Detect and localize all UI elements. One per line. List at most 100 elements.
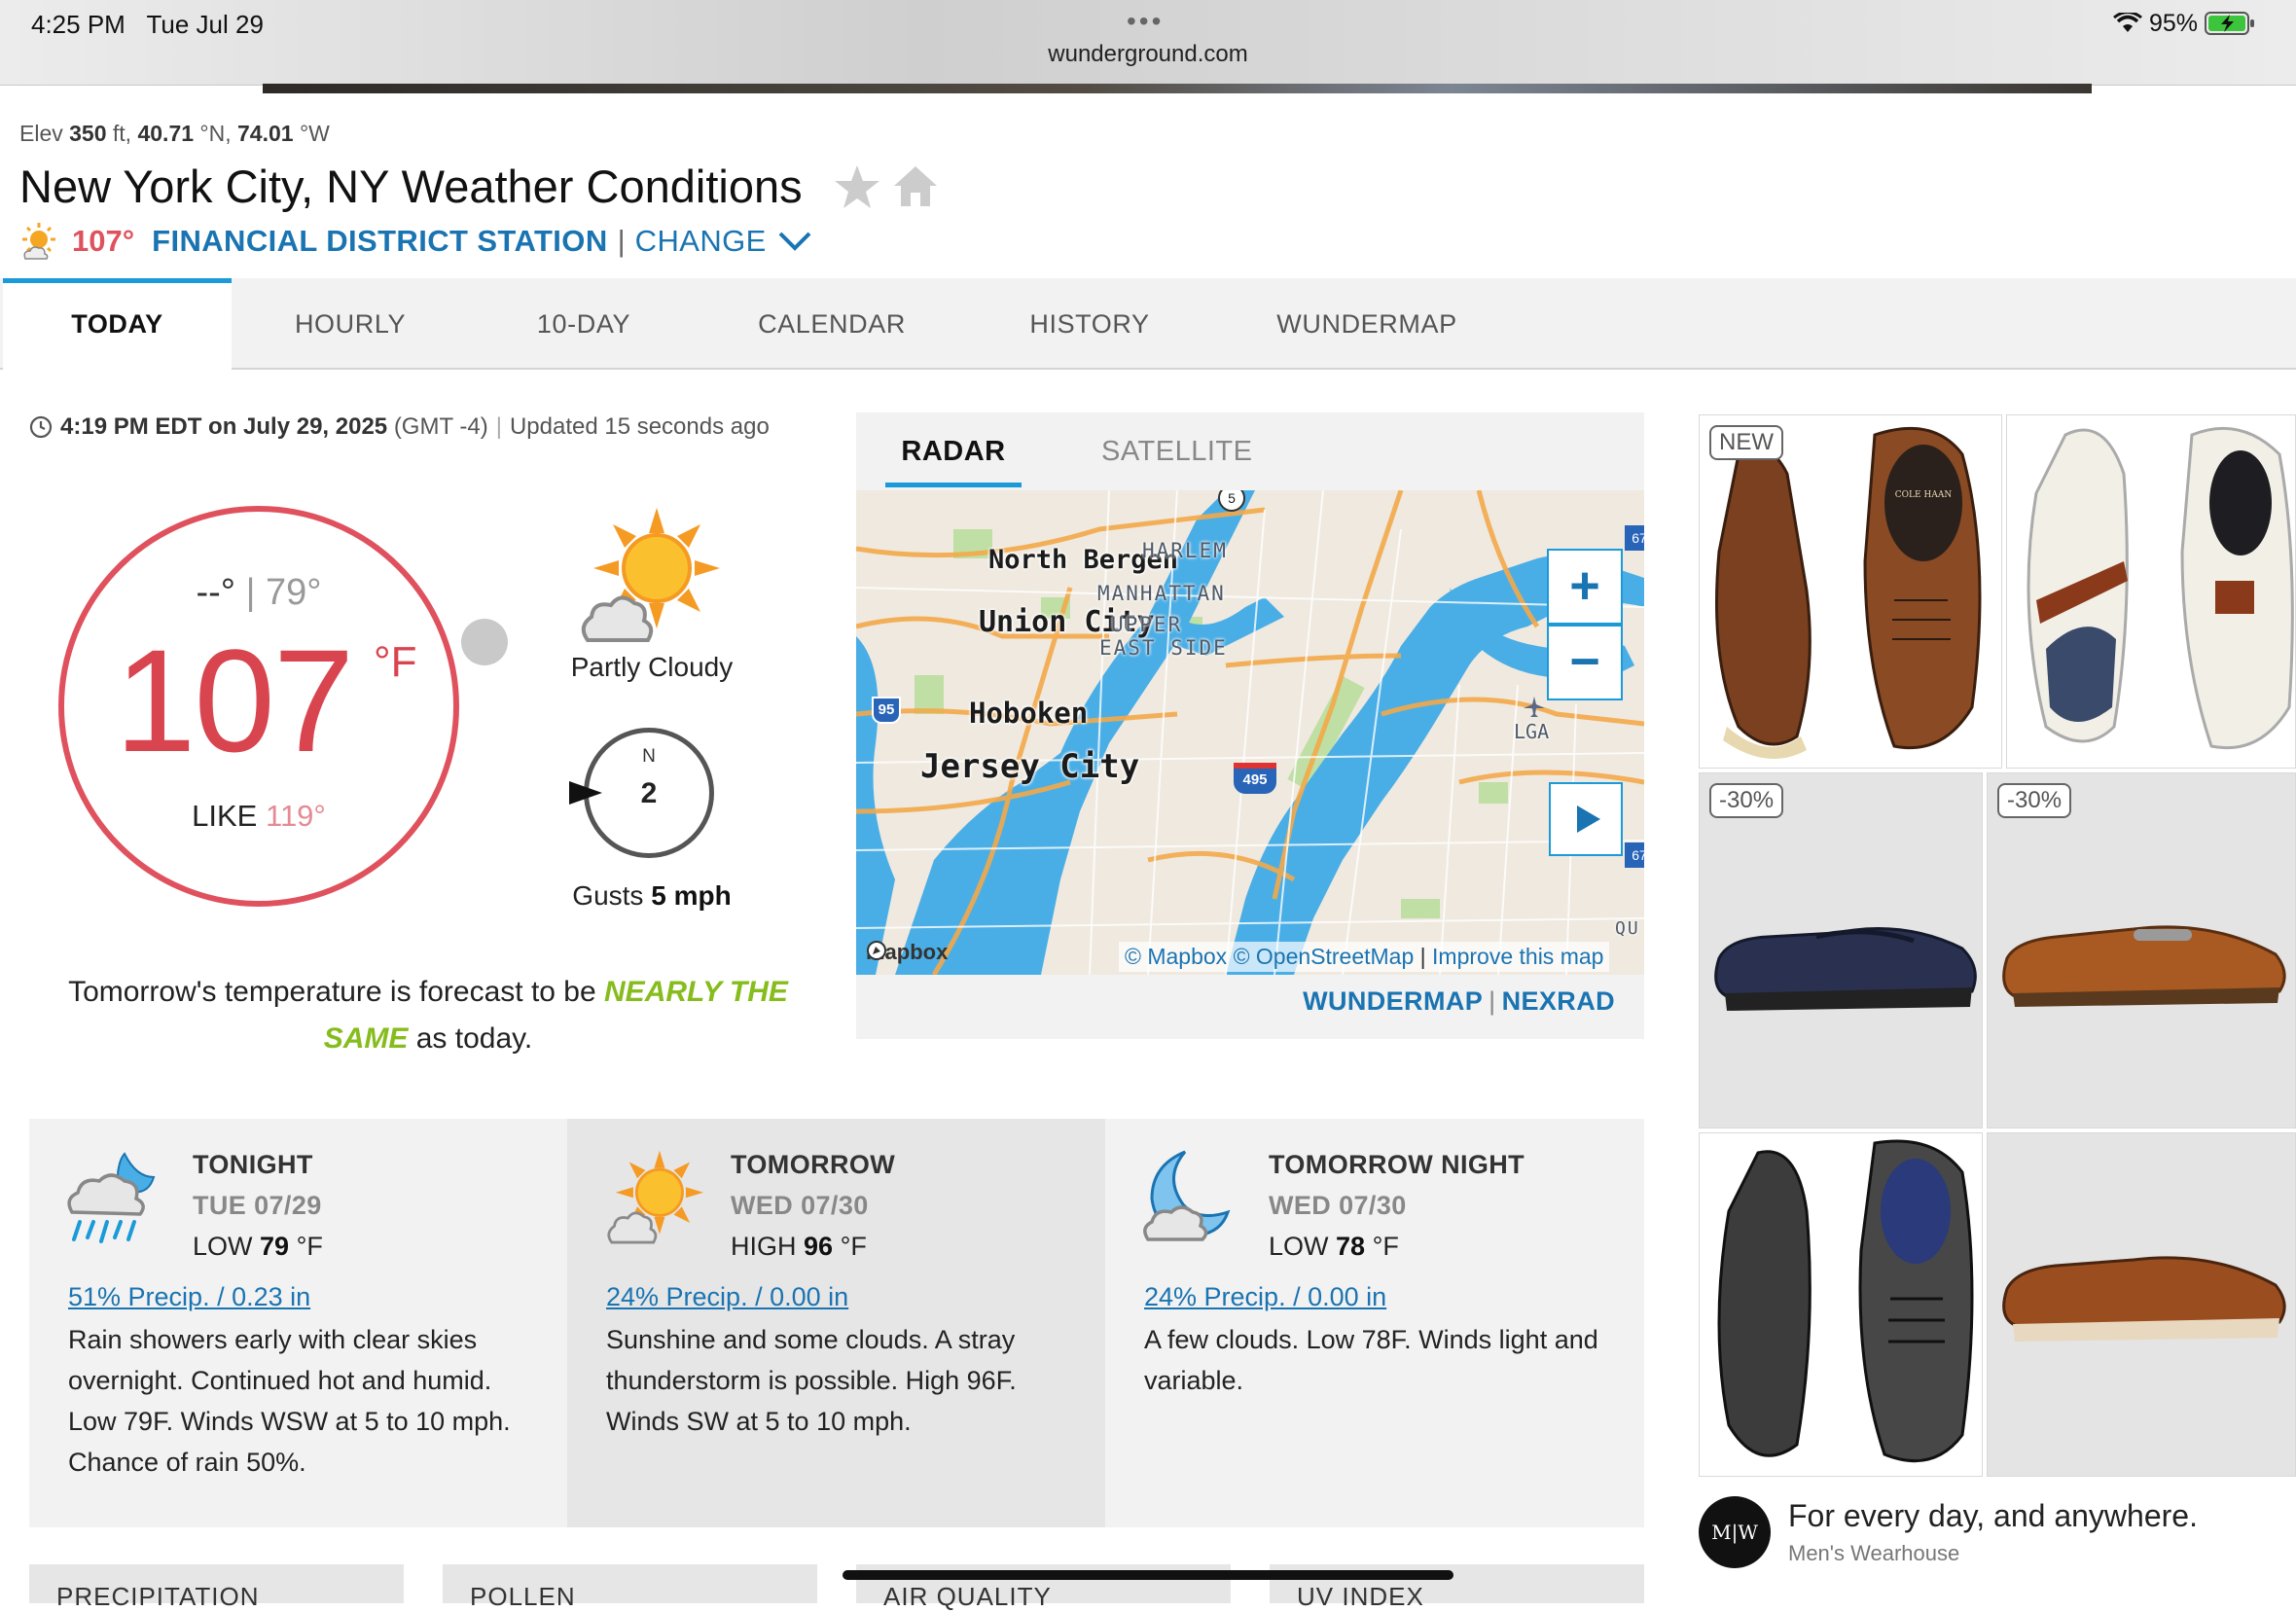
partly-sunny-icon [602, 1148, 703, 1254]
ad-product-tile[interactable] [1699, 1132, 1983, 1477]
zoom-in-button[interactable]: + [1547, 549, 1623, 625]
map-tabs: RADAR SATELLITE [856, 412, 1644, 488]
current-temperature: 107 [115, 619, 354, 782]
forecast-description: A few clouds. Low 78F. Winds light and v… [1144, 1325, 1598, 1395]
more-dots-icon[interactable]: ••• [1127, 6, 1164, 37]
page-title: New York City, NY Weather Conditions [19, 161, 803, 212]
favorite-star-icon[interactable] [833, 163, 881, 210]
ad-product-tile[interactable]: COLE HAAN NEW [1699, 414, 2002, 769]
precipitation-link[interactable]: 24% Precip. / 0.00 in [1144, 1282, 1386, 1312]
chevron-down-icon[interactable] [776, 229, 813, 254]
precipitation-link[interactable]: 51% Precip. / 0.23 in [68, 1282, 310, 1312]
tab-wundermap[interactable]: WUNDERMAP [1265, 278, 1469, 370]
map-links: WUNDERMAP | NEXRAD [1303, 986, 1615, 1016]
forecast-period-date: WED 07/30 [731, 1191, 869, 1220]
advertisement[interactable]: ▷ COLE HAAN NEW -30% [1695, 412, 2296, 1595]
ad-product-tile[interactable] [2006, 414, 2296, 769]
map-label-east-side: EAST SIDE [1099, 636, 1228, 660]
horizontal-scrollbar[interactable] [843, 1570, 1453, 1580]
wind-gusts: Gusts 5 mph [572, 880, 732, 911]
forecast-period-title: TOMORROW NIGHT [1269, 1150, 1525, 1179]
rain-night-icon [64, 1148, 158, 1250]
wifi-icon [2113, 11, 2142, 32]
ad-brand-name[interactable]: Men's Wearhouse [1788, 1541, 1959, 1566]
tab-pollen[interactable]: POLLEN [443, 1564, 817, 1611]
address-bar-url[interactable]: wunderground.com [0, 41, 2296, 68]
home-icon[interactable] [891, 163, 940, 210]
station-name[interactable]: FINANCIAL DISTRICT STATION [152, 224, 607, 259]
mapbox-attribution-link[interactable]: © Mapbox [1125, 944, 1227, 969]
tab-10-day[interactable]: 10-DAY [506, 278, 662, 370]
discount-badge: -30% [1709, 783, 1784, 818]
mapbox-logo[interactable]: mapbox [866, 940, 948, 965]
route-67-shield-icon: 67 [1625, 525, 1644, 551]
forecast-cards: TONIGHT TUE 07/29 LOW 79 °F 51% Precip. … [29, 1119, 1644, 1527]
ad-product-tile[interactable] [1987, 1132, 2296, 1477]
browser-status-bar: 4:25 PM Tue Jul 29 ••• wunderground.com … [0, 0, 2296, 86]
knit-oxford-image [1717, 1139, 1974, 1463]
forecast-card-tomorrow[interactable]: TOMORROW WED 07/30 HIGH 96 °F 24% Precip… [567, 1119, 1105, 1527]
airport-icon [1524, 697, 1545, 717]
moon-cloud-icon [1140, 1148, 1241, 1254]
tab-hourly[interactable]: HOURLY [272, 278, 428, 370]
forecast-card-tonight[interactable]: TONIGHT TUE 07/29 LOW 79 °F 51% Precip. … [29, 1119, 567, 1527]
radar-play-button[interactable] [1549, 782, 1623, 856]
navy-loafer-image [1714, 927, 1977, 1011]
status-time: 4:25 PM Tue Jul 29 [31, 10, 264, 39]
improve-map-link[interactable]: Improve this map [1432, 944, 1603, 969]
change-station-link[interactable]: CHANGE [635, 224, 767, 259]
tab-radar[interactable]: RADAR [885, 436, 1022, 468]
tan-bit-loafer-image [2002, 925, 2286, 1007]
radar-map[interactable]: North Bergen Union City Hoboken Jersey C… [856, 490, 1644, 975]
tab-calendar[interactable]: CALENDAR [739, 278, 924, 370]
ad-product-tile[interactable]: -30% [1699, 772, 1983, 1128]
nexrad-link[interactable]: NEXRAD [1502, 986, 1615, 1016]
play-icon [1577, 806, 1600, 833]
clock-icon [29, 415, 53, 439]
status-icons: 95% [2113, 10, 2257, 38]
ad-product-tile[interactable]: -30% [1987, 772, 2296, 1128]
observation-timestamp: 4:19 PM EDT on July 29, 2025 (GMT -4) | Up… [29, 413, 770, 441]
tab-history[interactable]: HISTORY [1012, 278, 1167, 370]
radar-map-panel: RADAR SATELLITE North Bergen Union City … [856, 412, 1644, 1039]
wind-compass: N 2 [569, 728, 714, 858]
wind-direction: N [642, 746, 656, 767]
forecast-period-title: TOMORROW [731, 1150, 896, 1179]
low-high-temps: --° | 79° [196, 572, 322, 613]
mapbox-logo-icon [867, 941, 886, 960]
route-67-shield-icon: 67 [1625, 842, 1644, 868]
tab-satellite[interactable]: SATELLITE [1101, 436, 1252, 468]
station-selector: 107° FINANCIAL DISTRICT STATION | CHANGE [19, 222, 813, 261]
osm-attribution-link[interactable]: © OpenStreetMap [1234, 944, 1415, 969]
partly-cloudy-large-icon [574, 504, 720, 655]
header-actions [833, 163, 940, 215]
feels-like: LIKE 119° [192, 799, 326, 833]
interstate-495-shield-icon: 495 [1234, 763, 1276, 794]
forecast-period-title: TONIGHT [193, 1150, 313, 1179]
map-label-jersey-city: Jersey City [920, 747, 1140, 786]
zoom-out-button[interactable]: − [1547, 625, 1623, 700]
forecast-description: Rain showers early with clear skies over… [68, 1325, 511, 1477]
wundermap-link[interactable]: WUNDERMAP [1303, 986, 1483, 1016]
map-label-hoboken: Hoboken [969, 697, 1089, 730]
tab-today[interactable]: TODAY [3, 278, 232, 372]
battery-charging-icon [2204, 12, 2254, 35]
mens-wearhouse-logo[interactable]: M|W [1699, 1496, 1771, 1568]
active-tab-indicator [885, 483, 1022, 487]
svg-text:COLE HAAN: COLE HAAN [1895, 490, 1953, 500]
forecast-temperature: LOW 79 °F [193, 1232, 323, 1261]
tab-precipitation[interactable]: PRECIPITATION [29, 1564, 404, 1611]
map-label-upper: UPPER [1111, 613, 1183, 636]
forecast-card-tomorrow-night[interactable]: TOMORROW NIGHT WED 07/30 LOW 78 °F 24% P… [1105, 1119, 1644, 1527]
tomorrow-comparison-note: Tomorrow's temperature is forecast to be… [68, 976, 788, 1055]
separator: | [617, 224, 626, 258]
condition-text: Partly Cloudy [570, 652, 734, 682]
discount-badge: -30% [1997, 783, 2072, 818]
station-temperature: 107° [72, 224, 135, 258]
hero-image-strip [263, 84, 2092, 93]
partly-cloudy-icon [22, 223, 55, 260]
battery-percent: 95% [2148, 10, 2198, 37]
precipitation-link[interactable]: 24% Precip. / 0.00 in [606, 1282, 848, 1312]
dial-indicator-dot [461, 619, 508, 665]
ad-tagline[interactable]: For every day, and anywhere. [1788, 1498, 2198, 1534]
